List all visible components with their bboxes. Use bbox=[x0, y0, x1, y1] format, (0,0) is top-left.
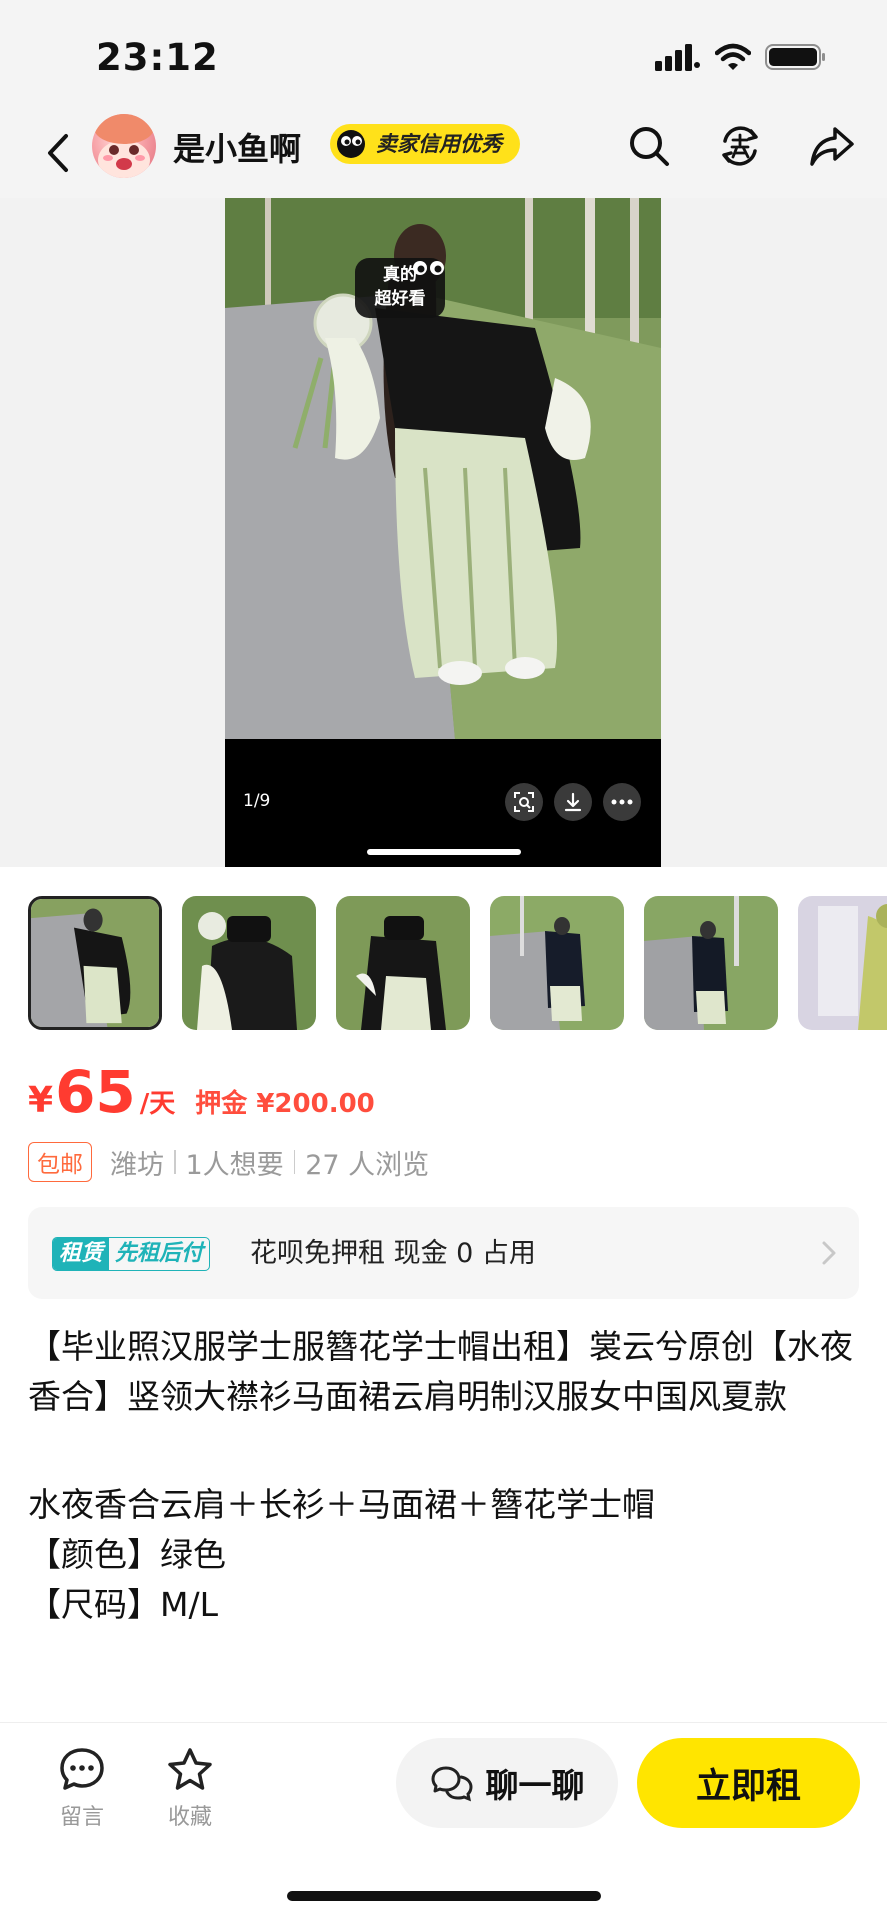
thumbnail-image bbox=[490, 896, 624, 1030]
price-unit: /天 bbox=[139, 1089, 176, 1119]
page-indicator: 1/9 bbox=[243, 791, 271, 811]
description-size: 【尺码】M/L bbox=[28, 1585, 218, 1624]
rent-tag: 租赁 先租后付 bbox=[52, 1237, 211, 1271]
thumbnail-2[interactable] bbox=[182, 896, 316, 1030]
more-icon bbox=[611, 799, 633, 805]
rent-payment-banner[interactable]: 租赁 先租后付 花呗免押租 现金 0 占用 bbox=[28, 1207, 859, 1299]
seller-name[interactable]: 是小鱼啊 bbox=[173, 124, 301, 170]
download-button[interactable] bbox=[554, 783, 592, 821]
status-time: 23:12 bbox=[96, 36, 219, 79]
download-icon bbox=[564, 792, 582, 812]
free-shipping-badge: 包邮 bbox=[28, 1142, 92, 1182]
scan-button[interactable] bbox=[505, 783, 543, 821]
wifi-icon bbox=[715, 43, 751, 70]
thumbnail-4[interactable] bbox=[490, 896, 624, 1030]
svg-text:真的: 真的 bbox=[383, 264, 417, 285]
thumbnail-5[interactable] bbox=[644, 896, 778, 1030]
thumbnail-1[interactable] bbox=[28, 896, 162, 1030]
price-currency: ¥ bbox=[28, 1080, 54, 1121]
meta-divider bbox=[293, 1150, 296, 1174]
thumbnail-image bbox=[182, 896, 316, 1030]
home-indicator bbox=[287, 1891, 601, 1901]
price-value: 65 bbox=[55, 1058, 136, 1126]
want-count: 1人想要 bbox=[185, 1149, 284, 1181]
product-photo[interactable]: 真的 超好看 bbox=[225, 198, 661, 739]
sell-similar-button[interactable] bbox=[716, 122, 764, 170]
chat-bubble-icon bbox=[431, 1766, 473, 1802]
svg-text:超好看: 超好看 bbox=[375, 288, 426, 309]
description-title: 【毕业照汉服学士服簪花学士帽出租】裳云兮原创【水夜香合】竖领大襟衫马面裙云肩明制… bbox=[28, 1327, 853, 1416]
favorite-button[interactable]: 收藏 bbox=[150, 1747, 230, 1831]
description-color: 【颜色】绿色 bbox=[28, 1535, 226, 1574]
thumbnail-3[interactable] bbox=[336, 896, 470, 1030]
sell-icon bbox=[722, 126, 758, 166]
price-row: ¥ 65 /天 押金 ¥200.00 bbox=[28, 1058, 375, 1128]
top-navigation-bar: 是小鱼啊 卖家信用优秀 bbox=[0, 108, 887, 198]
share-icon bbox=[810, 127, 854, 166]
chevron-right-icon bbox=[822, 1241, 836, 1265]
product-photo-illustration: 真的 超好看 bbox=[225, 198, 661, 739]
more-button[interactable] bbox=[603, 783, 641, 821]
item-location: 潍坊 bbox=[110, 1149, 164, 1181]
scan-icon bbox=[514, 792, 534, 812]
thumbnail-image bbox=[31, 899, 159, 1027]
search-icon bbox=[630, 127, 669, 166]
thumbnail-image bbox=[644, 896, 778, 1030]
rent-tag-label: 租赁 bbox=[53, 1238, 110, 1270]
thumbnail-strip[interactable] bbox=[28, 896, 887, 1030]
media-viewer[interactable]: 真的 超好看 1/9 bbox=[0, 198, 887, 867]
back-icon bbox=[48, 134, 68, 172]
bottom-action-bar: 留言 收藏 聊一聊 立即租 bbox=[0, 1722, 887, 1920]
battery-icon bbox=[765, 44, 825, 70]
rent-first-pay-later-label: 先租后付 bbox=[115, 1241, 204, 1266]
chat-button[interactable]: 聊一聊 bbox=[396, 1738, 618, 1828]
star-icon bbox=[168, 1748, 212, 1790]
smiley-face-icon bbox=[337, 130, 365, 158]
seller-avatar[interactable] bbox=[92, 114, 156, 178]
item-description: 【毕业照汉服学士服簪花学士帽出租】裳云兮原创【水夜香合】竖领大襟衫马面裙云肩明制… bbox=[28, 1322, 858, 1630]
meta-divider bbox=[174, 1150, 176, 1174]
seller-credit-badge[interactable]: 卖家信用优秀 bbox=[330, 124, 520, 164]
thumbnail-6[interactable] bbox=[798, 896, 887, 1030]
thumbnail-image bbox=[336, 896, 470, 1030]
item-meta-row: 包邮 潍坊 1人想要 27 人浏览 bbox=[28, 1142, 429, 1182]
view-count: 27 人浏览 bbox=[305, 1149, 430, 1181]
chat-label: 聊一聊 bbox=[485, 1766, 585, 1805]
comment-icon bbox=[60, 1748, 104, 1790]
search-button[interactable] bbox=[625, 122, 673, 170]
thumbnail-image bbox=[798, 896, 887, 1030]
rent-now-button[interactable]: 立即租 bbox=[637, 1738, 860, 1828]
status-icons bbox=[655, 42, 827, 72]
status-bar: 23:12 bbox=[0, 0, 887, 108]
media-toolbar: 1/9 bbox=[225, 739, 661, 867]
comment-button[interactable]: 留言 bbox=[42, 1747, 122, 1831]
share-button[interactable] bbox=[808, 122, 856, 170]
back-button[interactable] bbox=[38, 126, 78, 180]
photo-home-indicator bbox=[367, 849, 521, 855]
description-line: 水夜香合云肩＋长衫＋马面裙＋簪花学士帽 bbox=[28, 1485, 655, 1524]
avatar-illustration bbox=[94, 114, 154, 178]
favorite-label: 收藏 bbox=[167, 1805, 212, 1830]
cellular-signal-icon bbox=[655, 44, 700, 71]
credit-badge-label: 卖家信用优秀 bbox=[376, 132, 502, 156]
deposit-amount: 押金 ¥200.00 bbox=[195, 1089, 375, 1119]
comment-label: 留言 bbox=[59, 1805, 104, 1830]
rent-banner-text: 花呗免押租 现金 0 占用 bbox=[250, 1238, 536, 1269]
